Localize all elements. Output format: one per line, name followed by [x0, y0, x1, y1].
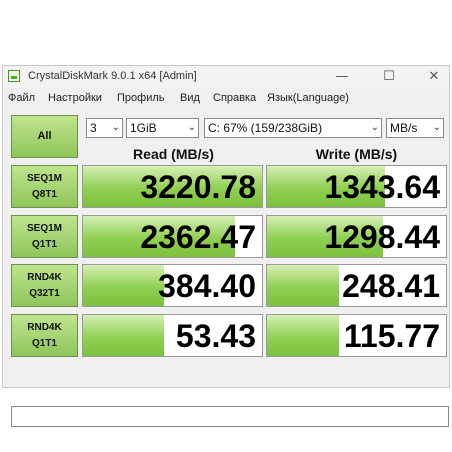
menu-bar: Файл Настройки Профиль Вид Справка Язык(… [3, 89, 449, 107]
read-header: Read (MB/s) [133, 146, 214, 162]
title-bar[interactable]: CrystalDiskMark 9.0.1 x64 [Admin] — ☐ ✕ [3, 66, 449, 88]
write-result-cell: 248.41 [266, 264, 447, 307]
menu-language[interactable]: Язык(Language) [267, 92, 349, 104]
menu-file[interactable]: Файл [8, 92, 35, 104]
menu-profile[interactable]: Профиль [117, 92, 165, 104]
row-label-line1: SEQ1M [26, 173, 62, 184]
run-all-button[interactable]: All [11, 115, 78, 158]
write-result-cell: 1343.64 [266, 165, 447, 208]
write-level-bar [267, 315, 339, 356]
test-size-select[interactable]: 1GiB ⌄ [126, 118, 199, 138]
app-icon [8, 70, 20, 82]
chevron-down-icon: ⌄ [370, 122, 379, 133]
window-title: CrystalDiskMark 9.0.1 x64 [Admin] [28, 70, 197, 82]
row-label-line1: SEQ1M [26, 223, 62, 234]
menu-settings[interactable]: Настройки [48, 92, 102, 104]
close-button[interactable]: ✕ [423, 68, 445, 86]
benchmark-panel: All 3 ⌄ 1GiB ⌄ C: 67% (159/238GiB) ⌄ MB/… [8, 109, 449, 427]
row-label-line2: Q1T1 [31, 338, 57, 349]
menu-help[interactable]: Справка [213, 92, 256, 104]
row-label-line1: RND4K [27, 272, 62, 283]
chevron-down-icon: ⌄ [187, 122, 196, 133]
drive-select[interactable]: C: 67% (159/238GiB) ⌄ [204, 118, 382, 138]
minimize-button[interactable]: — [331, 68, 353, 86]
menu-view[interactable]: Вид [180, 92, 200, 104]
read-level-bar [83, 265, 164, 306]
write-level-bar [267, 265, 339, 306]
unit-value: MB/s [390, 121, 418, 135]
test-size-value: 1GiB [130, 121, 157, 135]
test-count-select[interactable]: 3 ⌄ [86, 118, 123, 138]
read-result-cell: 3220.78 [82, 165, 263, 208]
write-result-cell: 115.77 [266, 314, 447, 357]
drive-value: C: 67% (159/238GiB) [208, 121, 323, 135]
row-label-line2: Q32T1 [29, 288, 60, 299]
read-value: 2362.47 [140, 219, 256, 255]
test-seq1m-q8t1-button[interactable]: SEQ1M Q8T1 [11, 165, 78, 208]
row-label-line2: Q8T1 [31, 189, 57, 200]
crystaldiskmark-window: CrystalDiskMark 9.0.1 x64 [Admin] — ☐ ✕ … [2, 65, 450, 427]
row-label-line1: RND4K [27, 322, 62, 333]
chevron-down-icon: ⌄ [432, 122, 441, 133]
test-rnd4k-q32t1-button[interactable]: RND4K Q32T1 [11, 264, 78, 307]
test-seq1m-q1t1-button[interactable]: SEQ1M Q1T1 [11, 215, 78, 258]
write-header: Write (MB/s) [315, 146, 398, 162]
row-label-line2: Q1T1 [31, 239, 57, 250]
unit-select[interactable]: MB/s ⌄ [386, 118, 444, 138]
write-value: 248.41 [342, 268, 440, 304]
maximize-button[interactable]: ☐ [378, 68, 400, 86]
write-value: 1298.44 [324, 219, 440, 255]
chevron-down-icon: ⌄ [111, 122, 120, 133]
test-rnd4k-q1t1-button[interactable]: RND4K Q1T1 [11, 314, 78, 357]
comment-field[interactable] [11, 406, 449, 427]
read-value: 53.43 [175, 318, 256, 354]
read-result-cell: 2362.47 [82, 215, 263, 258]
read-result-cell: 384.40 [82, 264, 263, 307]
read-value: 3220.78 [140, 169, 256, 205]
write-value: 1343.64 [324, 169, 440, 205]
read-value: 384.40 [158, 268, 256, 304]
write-result-cell: 1298.44 [266, 215, 447, 258]
read-result-cell: 53.43 [82, 314, 263, 357]
test-count-value: 3 [90, 121, 97, 135]
read-level-bar [83, 315, 164, 356]
write-value: 115.77 [343, 318, 440, 354]
